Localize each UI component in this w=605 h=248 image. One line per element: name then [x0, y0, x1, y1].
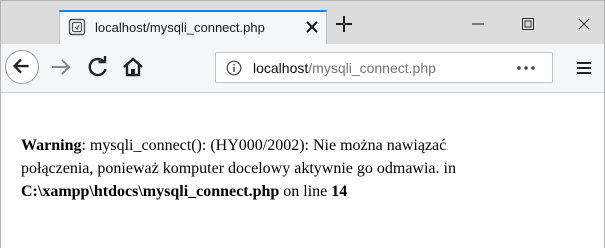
info-icon[interactable]	[226, 60, 242, 76]
window-close-icon[interactable]	[575, 15, 593, 33]
tab-title: localhost/mysqli_connect.php	[95, 20, 265, 35]
warning-on-line-text: on line	[279, 183, 332, 200]
tab-strip: localhost/mysqli_connect.php	[1, 1, 604, 44]
url-bar[interactable]: localhost/mysqli_connect.php	[215, 52, 553, 83]
back-button[interactable]	[5, 50, 39, 84]
page-content: Warning: mysqli_connect(): (HY000/2002):…	[1, 94, 604, 248]
forward-arrow-icon[interactable]	[47, 53, 75, 81]
navigation-toolbar: localhost/mysqli_connect.php	[1, 44, 604, 93]
browser-window: localhost/mysqli_connect.php localhost/m…	[0, 0, 605, 248]
warning-label: Warning	[21, 137, 82, 154]
url-text[interactable]: localhost/mysqli_connect.php	[253, 60, 436, 76]
php-warning-message: Warning: mysqli_connect(): (HY000/2002):…	[21, 134, 581, 203]
plus-icon[interactable]	[333, 13, 355, 35]
back-arrow-icon	[12, 58, 29, 74]
close-icon[interactable]	[302, 17, 322, 37]
home-icon[interactable]	[119, 53, 147, 81]
page-favicon-icon	[68, 18, 86, 36]
more-icon[interactable]	[513, 59, 539, 77]
maximize-icon[interactable]	[519, 15, 537, 33]
url-host: localhost	[253, 60, 309, 76]
tab-active[interactable]: localhost/mysqli_connect.php	[59, 10, 327, 44]
minimize-icon[interactable]	[469, 15, 487, 33]
hamburger-menu-icon[interactable]	[574, 58, 594, 78]
warning-file-path: C:\xampp\htdocs\mysqli_connect.php	[21, 183, 280, 200]
warning-text-line2: połączenia, ponieważ komputer docelowy a…	[21, 160, 456, 177]
warning-line-number: 14	[331, 183, 348, 200]
warning-text-line1: : mysqli_connect(): (HY000/2002): Nie mo…	[81, 137, 447, 154]
url-path: /mysqli_connect.php	[308, 60, 436, 76]
reload-icon[interactable]	[84, 53, 112, 81]
